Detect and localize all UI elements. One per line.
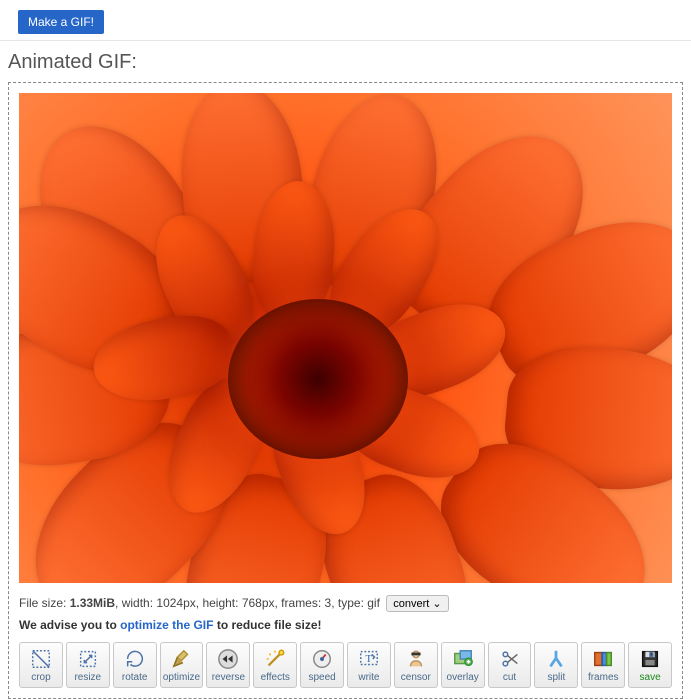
tool-label: write — [358, 672, 379, 683]
save-button[interactable]: save — [628, 642, 672, 688]
save-icon — [638, 648, 662, 670]
censor-button[interactable]: censor — [394, 642, 438, 688]
dropdown-icon: ⌄ — [432, 598, 441, 610]
effects-button[interactable]: effects — [253, 642, 297, 688]
tool-label: cut — [503, 672, 516, 683]
rotate-button[interactable]: rotate — [113, 642, 157, 688]
cut-button[interactable]: cut — [488, 642, 532, 688]
frames-label: , frames: — [275, 596, 325, 610]
frames-button[interactable]: frames — [581, 642, 625, 688]
height-label: , height: — [196, 596, 242, 610]
tool-label: optimize — [163, 672, 200, 683]
advice-line: We advise you to optimize the GIF to red… — [19, 618, 672, 632]
advice-suffix: to reduce file size! — [213, 618, 321, 632]
rewind-icon — [216, 648, 240, 670]
type-label: , type: — [331, 596, 367, 610]
tool-label: crop — [31, 672, 50, 683]
file-type: gif — [367, 596, 380, 610]
tool-label: censor — [401, 672, 431, 683]
split-button[interactable]: split — [534, 642, 578, 688]
optimize-button[interactable]: optimize — [160, 642, 204, 688]
optimize-link[interactable]: optimize the GIF — [120, 618, 213, 632]
convert-label: convert — [393, 598, 429, 610]
tool-label: effects — [261, 672, 290, 683]
toolbar: crop resize rotate optimize reverse effects sp… — [19, 642, 672, 688]
scissors-icon — [498, 648, 522, 670]
file-info: File size: 1.33MiB, width: 1024px, heigh… — [19, 595, 672, 612]
svg-text:T: T — [365, 652, 372, 664]
gif-panel: File size: 1.33MiB, width: 1024px, heigh… — [8, 82, 683, 699]
censor-icon — [404, 648, 428, 670]
tool-label: save — [640, 672, 661, 683]
frames-icon — [591, 648, 615, 670]
overlay-icon — [451, 648, 475, 670]
section-heading: Animated GIF: — [8, 51, 691, 74]
resize-button[interactable]: resize — [66, 642, 110, 688]
advice-prefix: We advise you to — [19, 618, 120, 632]
tool-label: frames — [588, 672, 619, 683]
file-size: 1.33MiB — [70, 596, 115, 610]
broom-icon — [170, 648, 194, 670]
width-label: , width: — [115, 596, 156, 610]
crop-button[interactable]: crop — [19, 642, 63, 688]
tool-label: split — [547, 672, 565, 683]
tool-label: overlay — [447, 672, 479, 683]
file-width: 1024px — [156, 596, 195, 610]
write-button[interactable]: Twrite — [347, 642, 391, 688]
split-icon — [544, 648, 568, 670]
overlay-button[interactable]: overlay — [441, 642, 485, 688]
crop-icon — [29, 648, 53, 670]
tool-label: rotate — [122, 672, 148, 683]
file-height: 768px — [242, 596, 275, 610]
convert-button[interactable]: convert ⌄ — [386, 595, 448, 612]
tool-label: speed — [308, 672, 335, 683]
speed-button[interactable]: speed — [300, 642, 344, 688]
text-icon: T — [357, 648, 381, 670]
tool-label: reverse — [212, 672, 245, 683]
wand-icon — [263, 648, 287, 670]
tool-label: resize — [74, 672, 101, 683]
gif-preview[interactable] — [19, 93, 672, 583]
reverse-button[interactable]: reverse — [206, 642, 250, 688]
resize-icon — [76, 648, 100, 670]
rotate-icon — [123, 648, 147, 670]
gauge-icon — [310, 648, 334, 670]
make-gif-button[interactable]: Make a GIF! — [18, 10, 104, 34]
size-label: File size: — [19, 596, 70, 610]
